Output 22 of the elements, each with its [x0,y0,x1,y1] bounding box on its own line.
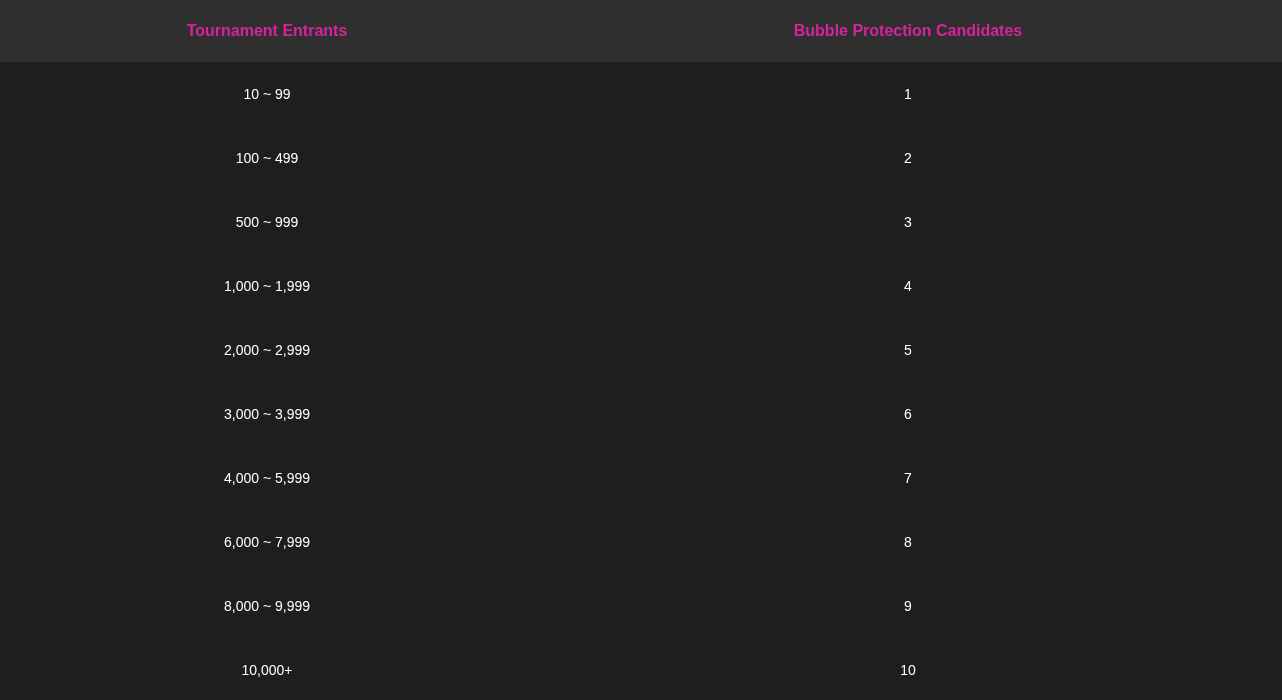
table-cell-text: 9 [903,597,913,616]
table-cell: 10 ~ 99 [0,62,534,126]
table-cell-text: 6,000 ~ 7,999 [223,533,311,552]
table-cell-text: 7 [903,469,913,488]
table-cell-text: 5 [903,341,913,360]
column-header: Tournament Entrants [0,0,534,62]
table-cell-text: 3 [903,213,913,232]
table-cell: 1 [534,62,1282,126]
table-cell-text: 8 [903,533,913,552]
table-cell-text: 4,000 ~ 5,999 [223,469,311,488]
table-cell-text: 2,000 ~ 2,999 [223,341,311,360]
table-cell-text: 10,000+ [240,661,294,680]
table-cell-text: 3,000 ~ 3,999 [223,405,311,424]
table-cell-text: 8,000 ~ 9,999 [223,597,311,616]
table-cell-text: 10 [899,661,917,680]
table-cell-text: 1,000 ~ 1,999 [223,277,311,296]
column-header: Bubble Protection Candidates [534,0,1282,62]
table-cell-text: 100 ~ 499 [234,149,300,168]
table-cell-text: 500 ~ 999 [234,213,300,232]
table-cell-text: 2 [903,149,913,168]
table-cell-text: 6 [903,405,913,424]
table-cell-text: 4 [903,277,913,296]
